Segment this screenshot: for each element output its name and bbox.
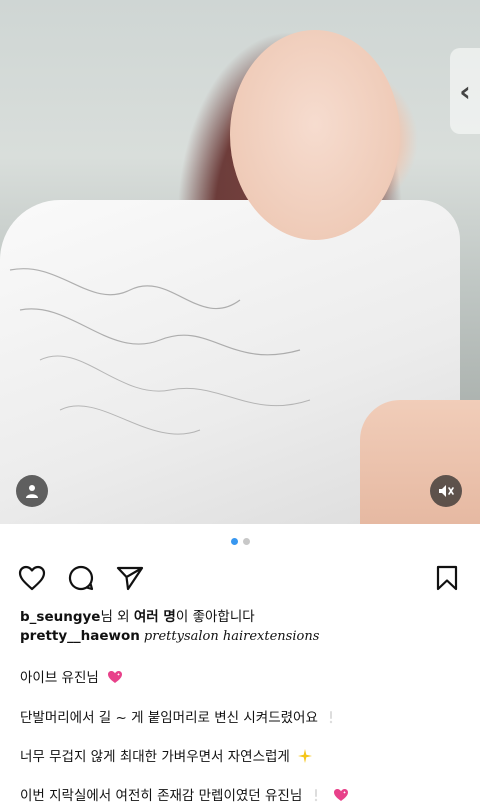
- mute-button[interactable]: [430, 475, 462, 507]
- photo-face: [230, 30, 400, 240]
- carousel-indicator: [0, 538, 480, 545]
- action-bar: [0, 560, 480, 594]
- carousel-next-button[interactable]: ‹: [450, 48, 480, 134]
- caption-header: pretty__haewon prettysalon hairextensions: [20, 628, 319, 644]
- sparkling-heart-icon: [108, 671, 123, 683]
- photo-arm: [360, 400, 480, 524]
- like-button[interactable]: [17, 563, 47, 593]
- caption-line-text: 아이브 유진님: [20, 670, 99, 686]
- carousel-dot-active: [230, 538, 238, 545]
- caption-username[interactable]: pretty__haewon: [20, 628, 140, 644]
- shirt-print: [9, 268, 311, 435]
- paper-plane-icon: [116, 566, 144, 591]
- caption-line-text: 단발머리에서 길 ~ 게 붙임머리로 변신 시켜드렸어요: [20, 710, 318, 726]
- heart-icon: [18, 565, 46, 591]
- comment-icon: [68, 565, 94, 591]
- caption-line: 단발머리에서 길 ~ 게 붙임머리로 변신 시켜드렸어요: [20, 706, 334, 726]
- likes-others[interactable]: 여러 명: [134, 609, 176, 625]
- speaker-muted-icon: [439, 485, 454, 497]
- exclamation-icon: [314, 789, 317, 802]
- tagged-people-button[interactable]: [16, 475, 48, 507]
- comment-button[interactable]: [66, 563, 96, 593]
- likes-summary: b_seungye님 외 여러 명이 좋아합니다: [20, 605, 255, 625]
- share-button[interactable]: [115, 563, 145, 593]
- caption-line: 이번 지락실에서 여전히 존재감 만렙이였던 유진님: [20, 784, 349, 804]
- caption-line-text: 너무 무겁지 않게 최대한 가벼우면서 자연스럽게: [20, 749, 290, 765]
- liker-username[interactable]: b_seungye: [20, 609, 100, 625]
- likes-text-2: 이 좋아합니다: [175, 609, 255, 625]
- caption-line: 아이브 유진님: [20, 666, 123, 686]
- save-button[interactable]: [432, 563, 462, 593]
- chevron-left-icon: ‹: [459, 74, 471, 108]
- caption-tags: prettysalon hairextensions: [143, 629, 320, 644]
- caption-line-text: 이번 지락실에서 여전히 존재감 만렙이였던 유진님: [20, 788, 303, 804]
- post-photo[interactable]: ‹: [0, 0, 480, 524]
- sparkles-icon: [298, 749, 313, 763]
- likes-text-1: 님 외: [100, 609, 134, 625]
- bookmark-icon: [436, 565, 458, 591]
- caption-line: 너무 무겁지 않게 최대한 가벼우면서 자연스럽게: [20, 745, 313, 765]
- person-icon: [26, 485, 38, 498]
- carousel-dot: [242, 538, 250, 545]
- exclamation-icon: [329, 711, 333, 724]
- sparkling-heart-icon: [333, 789, 348, 801]
